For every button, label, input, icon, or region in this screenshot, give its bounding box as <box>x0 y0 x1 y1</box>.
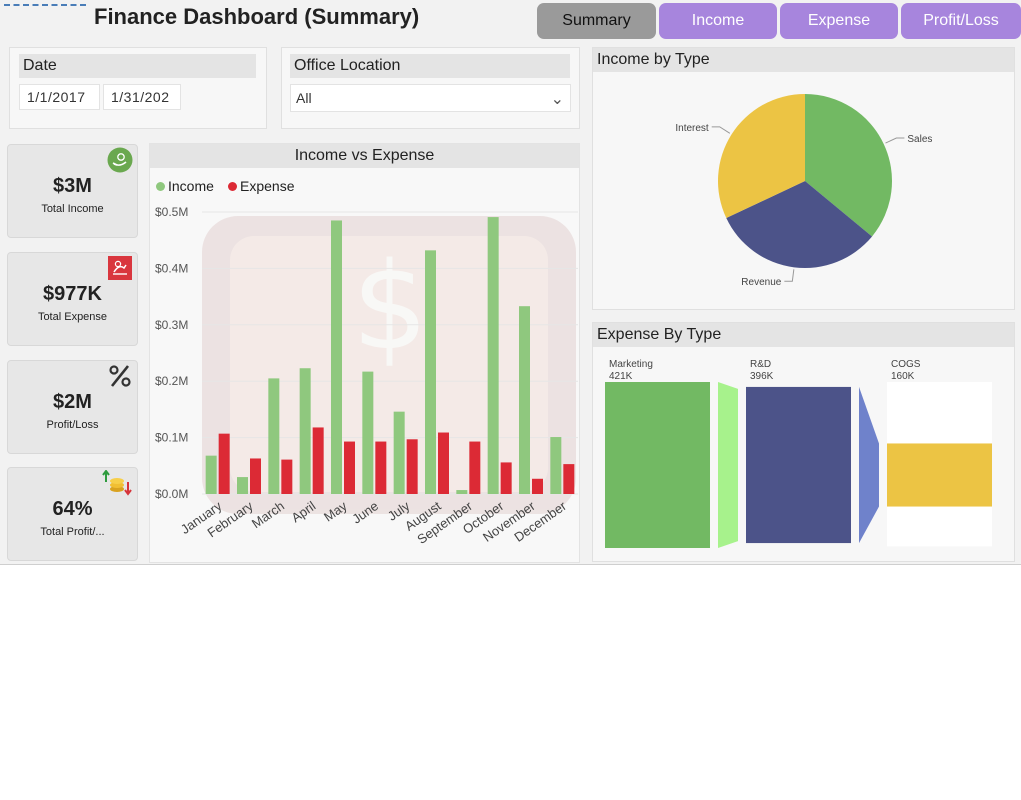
flow-value-label: 160K <box>891 371 915 382</box>
bar-expense-december[interactable] <box>563 464 575 494</box>
bar-expense-july[interactable] <box>406 439 418 494</box>
bar-income-july[interactable] <box>393 411 405 494</box>
bar-income-october[interactable] <box>487 217 499 495</box>
pie-label: Sales <box>907 134 932 145</box>
flow-bar-rd[interactable] <box>746 386 851 544</box>
bar-expense-august[interactable] <box>438 432 449 494</box>
expense-by-type-title: Expense By Type <box>593 323 1014 347</box>
expense-flow-chart[interactable]: Marketing421K R&D396K COGS160K <box>593 347 1016 563</box>
bar-income-january[interactable] <box>205 455 217 494</box>
flow-link <box>859 386 879 544</box>
bar-expense-june[interactable] <box>375 441 387 494</box>
income-vs-expense-chart[interactable]: Income vs Expense Income Expense $ $0.0M… <box>149 143 580 563</box>
flow-bar-cogs[interactable] <box>887 443 992 507</box>
bar-expense-january[interactable] <box>218 433 230 494</box>
money-hand-icon <box>107 147 133 173</box>
bar-expense-may[interactable] <box>344 441 355 494</box>
kpi-value: $2M <box>53 391 92 413</box>
chart-title: Income vs Expense <box>150 144 579 168</box>
income-by-type-title: Income by Type <box>593 48 1014 72</box>
pie-label: Revenue <box>741 277 781 288</box>
income-by-type-card: Income by Type Sales Revenue Interest <box>592 47 1015 310</box>
kpi-profit-loss[interactable]: $2M Profit/Loss <box>7 360 138 454</box>
date-start-input[interactable]: 1/1/2017 <box>19 84 100 110</box>
tab-expense[interactable]: Expense <box>780 3 898 39</box>
page-title: Finance Dashboard (Summary) <box>94 4 420 29</box>
bar-expense-november[interactable] <box>532 478 543 494</box>
kpi-label: Total Expense <box>37 311 108 323</box>
kpi-total-income[interactable]: $3M Total Income <box>7 144 138 238</box>
expense-by-type-card: Expense By Type Marketing 421K R&D 396K COGS… <box>592 322 1015 562</box>
y-tick-label: $0.5M <box>155 205 188 219</box>
pie-leader-line <box>885 137 905 144</box>
flow-value-label: 396K <box>750 371 774 382</box>
expense-icon <box>108 256 132 280</box>
y-tick-label: $0.4M <box>155 261 188 275</box>
flow-link <box>718 382 738 548</box>
tab-summary[interactable]: Summary <box>537 3 656 39</box>
flow-bar-marketing[interactable] <box>605 382 710 548</box>
kpi-label: Profit/Loss <box>46 419 99 431</box>
kpi-value: $977K <box>43 283 102 305</box>
bar-income-august[interactable] <box>425 250 436 494</box>
office-location-value: All <box>296 90 312 106</box>
bar-income-september[interactable] <box>456 490 468 494</box>
logo-strip <box>4 4 86 7</box>
bar-expense-march[interactable] <box>281 459 293 494</box>
kpi-value: $3M <box>53 175 92 197</box>
y-tick-label: $0.2M <box>155 374 188 388</box>
office-filter-label: Office Location <box>290 54 570 78</box>
y-tick-label: $0.3M <box>155 318 188 332</box>
pie-chart[interactable]: Sales Revenue Interest <box>593 72 1016 310</box>
office-location-select[interactable]: All ⌄ <box>290 84 571 112</box>
bar-expense-october[interactable] <box>500 462 512 494</box>
date-end-input[interactable]: 1/31/202 <box>103 84 181 110</box>
pie-label: Interest <box>675 123 709 134</box>
dashboard: Finance Dashboard (Summary) Summary Inco… <box>0 0 1021 565</box>
flow-value-label: 421K <box>609 371 633 382</box>
bar-income-may[interactable] <box>331 220 342 494</box>
office-filter-card: Office Location All ⌄ <box>281 47 580 129</box>
flow-category-label: COGS <box>891 359 921 370</box>
bar-income-june[interactable] <box>362 371 374 494</box>
bar-income-november[interactable] <box>519 306 530 494</box>
pie-leader-line <box>711 126 731 134</box>
kpi-label: Total Income <box>41 203 104 215</box>
flow-category-label: Marketing <box>609 359 653 370</box>
bar-expense-september[interactable] <box>469 441 481 494</box>
bar-income-february[interactable] <box>237 477 248 494</box>
kpi-label: Total Profit/... <box>40 526 105 538</box>
coins-up-down-icon <box>102 470 132 496</box>
bar-chart-plot: $ $0.0M$0.1M$0.2M$0.3M$0.4M$0.5M January… <box>155 205 578 547</box>
percent-icon <box>109 365 131 387</box>
y-tick-label: $0.1M <box>155 431 188 445</box>
bar-income-march[interactable] <box>268 378 280 494</box>
bar-expense-february[interactable] <box>250 458 261 494</box>
kpi-total-expense[interactable]: $977K Total Expense <box>7 252 138 346</box>
chevron-down-icon[interactable]: ⌄ <box>551 87 564 113</box>
tab-profit-loss[interactable]: Profit/Loss <box>901 3 1021 39</box>
flow-category-label: R&D <box>750 359 771 370</box>
svg-text:$: $ <box>352 238 428 377</box>
pie-leader-line <box>784 269 795 282</box>
bar-income-april[interactable] <box>299 368 311 494</box>
bar-income-december[interactable] <box>550 437 562 494</box>
tab-income[interactable]: Income <box>659 3 777 39</box>
kpi-value: 64% <box>52 498 93 520</box>
y-tick-label: $0.0M <box>155 487 188 501</box>
bar-expense-april[interactable] <box>312 427 324 494</box>
date-filter-label: Date <box>19 54 256 78</box>
date-filter-card: Date 1/1/2017 1/31/202 <box>9 47 267 129</box>
kpi-total-profit-pct[interactable]: 64% Total Profit/... <box>7 467 138 561</box>
